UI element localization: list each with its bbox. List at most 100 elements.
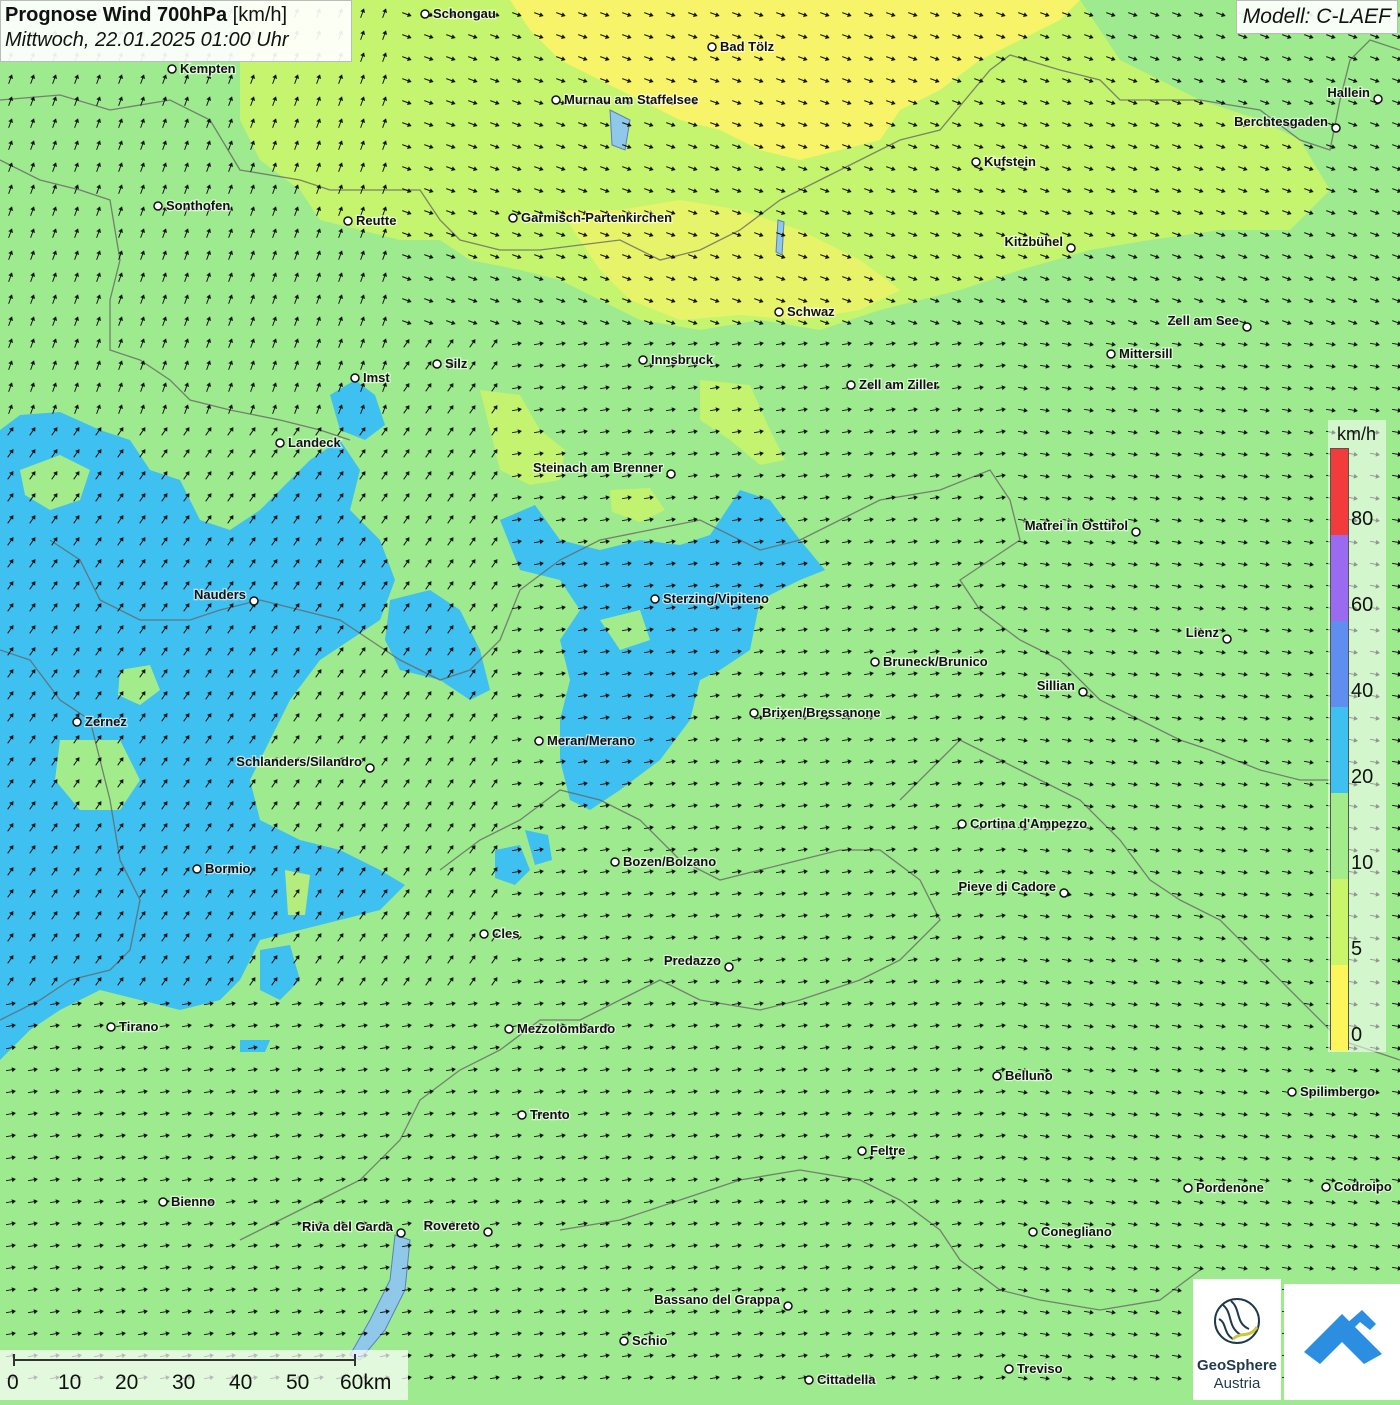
city-label: Zernez [85, 714, 127, 729]
city-marker: Pordenone [1184, 1180, 1264, 1195]
city-label: Reutte [356, 213, 396, 228]
city-dot-icon [972, 158, 980, 166]
city-dot-icon [1060, 889, 1068, 897]
city-label: Cittadella [817, 1372, 876, 1387]
city-label: Bad Tölz [720, 39, 775, 54]
city-marker: Conegliano [1029, 1224, 1112, 1239]
city-marker: Murnau am Staffelsee [552, 92, 698, 107]
scale-tick-label: 60km [340, 1371, 391, 1395]
city-label: Bienno [171, 1194, 215, 1209]
city-label: Sillian [1037, 678, 1075, 693]
city-label: Hallein [1327, 85, 1370, 100]
title-unit: [km/h] [233, 4, 287, 26]
city-label: Bormio [205, 861, 251, 876]
city-label: Kempten [180, 61, 236, 76]
city-dot-icon [858, 1147, 866, 1155]
city-marker: Mezzolombardo [505, 1021, 615, 1036]
legend-segment [1331, 621, 1348, 707]
city-dot-icon [154, 202, 162, 210]
city-marker: Sonthofen [154, 198, 230, 213]
city-marker: Cortina d'Ampezzo [958, 816, 1087, 831]
legend-segment [1331, 965, 1348, 1051]
wind-map: Schongau Bad Tölz Kempten Murnau am Staffel… [0, 0, 1400, 1400]
city-marker: Zell am Ziller [847, 377, 938, 392]
city-dot-icon [1029, 1228, 1037, 1236]
forecast-datetime: Mittwoch, 22.01.2025 01:00 Uhr [5, 29, 347, 52]
city-dot-icon [993, 1072, 1001, 1080]
geosphere-emblem-icon [1193, 1279, 1281, 1357]
city-dot-icon [1332, 124, 1340, 132]
city-dot-icon [750, 709, 758, 717]
city-dot-icon [518, 1111, 526, 1119]
city-dot-icon [1374, 95, 1382, 103]
city-label: Pordenone [1196, 1180, 1264, 1195]
city-dot-icon [107, 1023, 115, 1031]
city-label: Cles [492, 926, 519, 941]
city-label: Codroipo [1334, 1179, 1392, 1194]
city-marker: Garmisch-Partenkirchen [509, 210, 672, 225]
city-label: Zell am See [1167, 313, 1239, 328]
title-box: Prognose Wind 700hPa [km/h] Mittwoch, 22… [0, 0, 352, 62]
city-label: Bozen/Bolzano [623, 854, 716, 869]
city-label: Bassano del Grappa [654, 1292, 780, 1307]
city-marker: Bruneck/Brunico [871, 654, 988, 669]
geosphere-logo: GeoSphere Austria [1193, 1279, 1281, 1400]
city-label: Conegliano [1041, 1224, 1112, 1239]
city-dot-icon [505, 1025, 513, 1033]
city-dot-icon [620, 1337, 628, 1345]
legend-tick-label: 0 [1351, 1024, 1362, 1047]
legend-segment [1331, 879, 1348, 965]
legend-segment [1331, 707, 1348, 793]
legend-tick-label: 20 [1351, 766, 1373, 789]
city-dot-icon [1132, 528, 1140, 536]
legend-unit: km/h [1337, 424, 1376, 445]
city-dot-icon [250, 597, 258, 605]
city-label: Treviso [1017, 1361, 1063, 1376]
legend-segment [1331, 449, 1348, 535]
legend-segment [1331, 793, 1348, 879]
lake [776, 220, 784, 255]
app-logo [1284, 1284, 1400, 1400]
city-marker: Meran/Merano [535, 733, 635, 748]
city-dot-icon [611, 858, 619, 866]
scale-tick-label: 0 [7, 1371, 19, 1395]
city-marker: Sterzing/Vipiteno [651, 591, 769, 606]
city-dot-icon [535, 737, 543, 745]
city-dot-icon [433, 360, 441, 368]
city-label: Mezzolombardo [517, 1021, 615, 1036]
city-dot-icon [958, 820, 966, 828]
city-label: Silz [445, 356, 468, 371]
scale-tick-label: 50 [286, 1371, 309, 1395]
legend-tick-label: 80 [1351, 508, 1373, 531]
city-label: Feltre [870, 1143, 905, 1158]
city-dot-icon [366, 764, 374, 772]
city-dot-icon [784, 1302, 792, 1310]
city-dot-icon [193, 865, 201, 873]
city-label: Nauders [194, 587, 246, 602]
city-label: Steinach am Brenner [533, 460, 663, 475]
city-label: Schongau [433, 6, 496, 21]
model-label: Modell: C-LAEF [1236, 0, 1398, 34]
city-dot-icon [509, 214, 517, 222]
legend-color-bar [1330, 448, 1349, 1050]
city-dot-icon [276, 439, 284, 447]
legend-tick-label: 5 [1351, 938, 1362, 961]
city-dot-icon [1184, 1184, 1192, 1192]
city-label: Pieve di Cadore [958, 879, 1056, 894]
legend-tick-label: 60 [1351, 594, 1373, 617]
legend-tick-label: 40 [1351, 680, 1373, 703]
city-label: Meran/Merano [547, 733, 635, 748]
geosphere-subtitle: Austria [1193, 1375, 1281, 1392]
city-label: Imst [363, 370, 390, 385]
city-dot-icon [871, 658, 879, 666]
scale-tick-label: 20 [115, 1371, 138, 1395]
city-dot-icon [1107, 350, 1115, 358]
mountain-logo-icon [1284, 1284, 1400, 1400]
city-dot-icon [552, 96, 560, 104]
city-label: Mittersill [1119, 346, 1172, 361]
city-dot-icon [639, 356, 647, 364]
city-label: Bruneck/Brunico [883, 654, 988, 669]
city-label: Brixen/Bressanone [762, 705, 881, 720]
city-label: Predazzo [664, 953, 721, 968]
city-label: Berchtesgaden [1234, 114, 1328, 129]
